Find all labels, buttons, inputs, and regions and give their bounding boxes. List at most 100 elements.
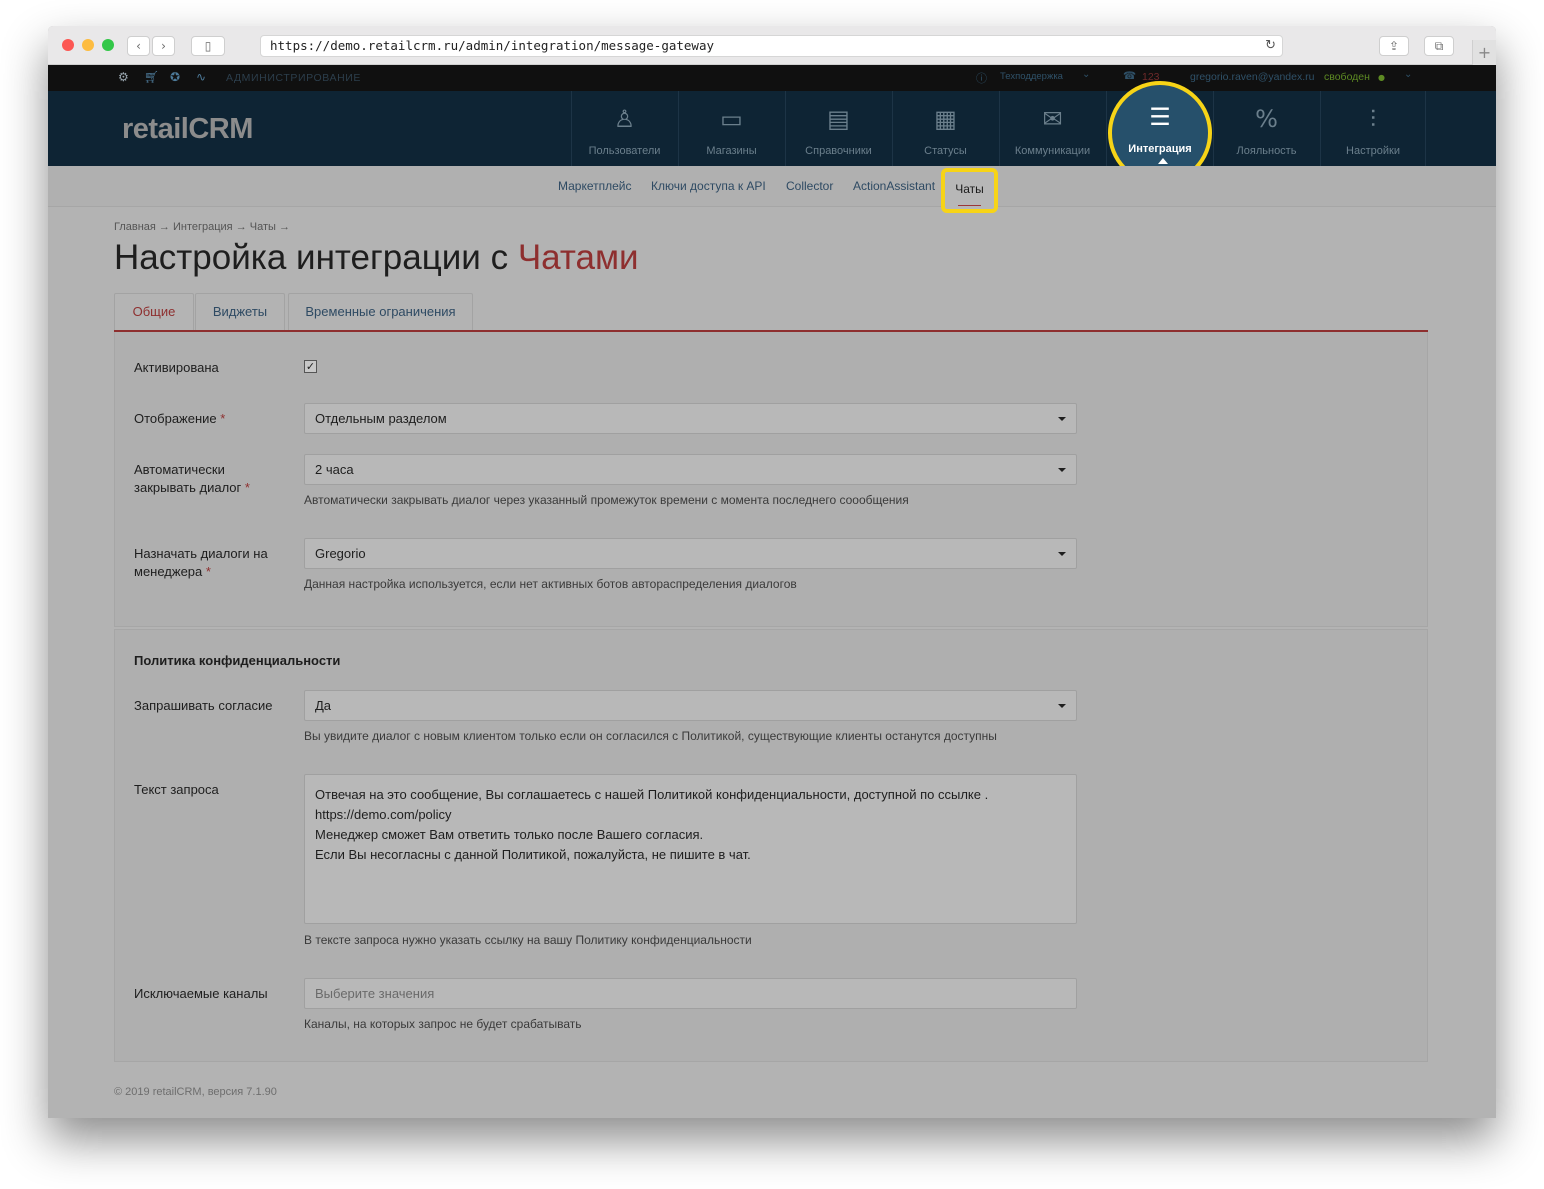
back-icon[interactable]: ‹ — [127, 36, 150, 56]
subnav-item-label: Чаты — [955, 182, 984, 196]
sub-navigation: Маркетплейс Ключи доступа к API Collecto… — [48, 166, 1496, 207]
autoclose-select-value: 2 часа — [315, 462, 354, 477]
display-label: Отображение * — [134, 410, 225, 428]
consent-select-value: Да — [315, 698, 332, 713]
assign-label-line2: менеджера — [134, 564, 203, 579]
orders-icon[interactable]: ✪ — [170, 70, 180, 84]
forward-icon[interactable]: › — [152, 36, 175, 56]
minimize-window-button[interactable] — [82, 39, 94, 51]
user-menu-chevron-icon[interactable]: ⌄ — [1404, 69, 1412, 80]
nav-item-label: Справочники — [805, 145, 872, 157]
share-icon[interactable]: ⇪ — [1379, 36, 1409, 56]
assign-manager-value: Gregorio — [315, 546, 366, 561]
subnav-item-api-keys[interactable]: Ключи доступа к API — [651, 179, 766, 193]
excluded-channels-hint: Каналы, на которых запрос не будет сраба… — [304, 1017, 582, 1031]
nav-item-settings[interactable]: ⫶ Настройки — [1320, 91, 1426, 166]
required-mark: * — [220, 411, 226, 426]
analytics-icon[interactable]: ∿ — [196, 70, 206, 84]
footer-copyright: © 2019 retailCRM, версия 7.1.90 — [114, 1086, 277, 1098]
browser-toolbar: ‹ › ▯ https://demo.retailcrm.ru/admin/in… — [48, 26, 1496, 65]
activated-checkbox[interactable]: ✓ — [304, 360, 317, 373]
request-text-line: https://demo.com/policy — [315, 807, 452, 822]
store-icon: ▭ — [720, 105, 743, 133]
support-link[interactable]: Техподдержка — [1000, 71, 1063, 82]
assign-manager-select[interactable]: Gregorio — [304, 538, 1077, 569]
assign-label: Назначать диалоги на менеджера * — [134, 545, 268, 581]
user-icon: ♙ — [613, 105, 636, 133]
nav-item-label: Интеграция — [1128, 143, 1192, 155]
excluded-channels-placeholder: Выберите значения — [315, 986, 435, 1001]
zoom-window-button[interactable] — [102, 39, 114, 51]
assign-label-line1: Назначать диалоги на — [134, 546, 268, 561]
nav-item-stores[interactable]: ▭ Магазины — [678, 91, 784, 166]
excluded-channels-input[interactable]: Выберите значения — [304, 978, 1077, 1009]
consent-hint: Вы увидите диалог с новым клиентом тольк… — [304, 729, 997, 743]
new-tab-icon[interactable]: + — [1472, 40, 1496, 65]
nav-item-users[interactable]: ♙ Пользователи — [571, 91, 677, 166]
nav-item-label: Пользователи — [588, 145, 661, 157]
assign-hint: Данная настройка используется, если нет … — [304, 577, 797, 591]
loyalty-icon: % — [1255, 105, 1278, 133]
integration-icon: ☰ — [1149, 103, 1171, 131]
gear-icon[interactable]: ⚙ — [118, 70, 129, 84]
phone-icon[interactable]: ☎ — [1123, 70, 1136, 82]
request-text-hint: В тексте запроса нужно указать ссылку на… — [304, 933, 752, 947]
subnav-item-actionassistant[interactable]: ActionAssistant — [853, 179, 935, 193]
nav-item-loyalty[interactable]: % Лояльность — [1213, 91, 1319, 166]
request-text-line: Если Вы несогласны с данной Политикой, п… — [315, 847, 751, 862]
autoclose-select[interactable]: 2 часа — [304, 454, 1077, 485]
display-select[interactable]: Отдельным разделом — [304, 403, 1077, 434]
consent-select[interactable]: Да — [304, 690, 1077, 721]
privacy-section-title: Политика конфиденциальности — [134, 653, 341, 668]
subnav-item-chats[interactable]: Чаты — [941, 168, 998, 213]
nav-item-label: Статусы — [924, 145, 967, 157]
subnav-item-collector[interactable]: Collector — [786, 179, 833, 193]
excluded-channels-label: Исключаемые каналы — [134, 986, 268, 1001]
active-underline — [958, 205, 981, 206]
display-label-text: Отображение — [134, 411, 217, 426]
chevron-down-icon — [1058, 552, 1066, 556]
tab-time-restrictions[interactable]: Временные ограничения — [288, 293, 473, 331]
main-navigation: retailCRM ♙ Пользователи ▭ Магазины ▤ Сп… — [48, 81, 1496, 185]
cart-icon[interactable]: 🛒︎ — [144, 70, 159, 84]
help-icon[interactable]: ⓘ — [976, 70, 987, 86]
nav-item-label: Лояльность — [1236, 145, 1297, 157]
consent-label: Запрашивать согласие — [134, 698, 273, 713]
autoclose-label-line2: закрывать диалог — [134, 480, 242, 495]
close-window-button[interactable] — [62, 39, 74, 51]
nav-item-references[interactable]: ▤ Справочники — [785, 91, 891, 166]
nav-item-label: Настройки — [1346, 145, 1400, 157]
user-status[interactable]: свободен — [1324, 71, 1370, 83]
admin-label[interactable]: АДМИНИСТРИРОВАНИЕ — [226, 72, 361, 84]
activated-label: Активирована — [134, 360, 219, 375]
request-text-textarea[interactable]: Отвечая на это сообщение, Вы соглашаетес… — [304, 774, 1077, 924]
sidebar-icon[interactable]: ▯ — [191, 36, 225, 56]
nav-item-statuses[interactable]: ▦ Статусы — [892, 91, 998, 166]
autoclose-label-line1: Автоматически — [134, 462, 225, 477]
subnav-item-marketplace[interactable]: Маркетплейс — [558, 179, 632, 193]
tabs-overview-icon[interactable]: ⧉ — [1424, 36, 1454, 56]
user-email[interactable]: gregorio.raven@yandex.ru — [1190, 71, 1314, 83]
page-title-prefix: Настройка интеграции с — [114, 238, 518, 277]
page-title: Настройка интеграции с Чатами — [114, 238, 639, 278]
required-mark: * — [244, 480, 250, 495]
retailcrm-logo[interactable]: retailCRM — [122, 113, 253, 146]
breadcrumb[interactable]: Главная → Интеграция → Чаты → — [114, 221, 290, 233]
reference-icon: ▤ — [827, 105, 850, 133]
autoclose-label: Автоматически закрывать диалог * — [134, 461, 250, 497]
browser-window: ‹ › ▯ https://demo.retailcrm.ru/admin/in… — [48, 26, 1496, 1118]
nav-item-label: Коммуникации — [1014, 145, 1091, 157]
required-mark: * — [205, 564, 211, 579]
reload-icon[interactable]: ↻ — [1265, 36, 1276, 56]
nav-item-communications[interactable]: ✉ Коммуникации — [999, 91, 1105, 166]
url-bar[interactable]: https://demo.retailcrm.ru/admin/integrat… — [260, 35, 1283, 57]
request-text-line: Менеджер сможет Вам ответить только посл… — [315, 827, 704, 842]
page-title-accent: Чатами — [517, 238, 639, 277]
autoclose-hint: Автоматически закрывать диалог через ука… — [304, 493, 909, 507]
tab-widgets[interactable]: Виджеты — [195, 293, 285, 331]
tab-general[interactable]: Общие — [114, 293, 194, 331]
request-text-label: Текст запроса — [134, 782, 219, 797]
admin-bar: ⚙ 🛒︎ ✪ ∿ АДМИНИСТРИРОВАНИЕ ⓘ Техподдержк… — [48, 65, 1496, 91]
url-text: https://demo.retailcrm.ru/admin/integrat… — [270, 38, 715, 53]
chevron-down-icon[interactable]: ⌄ — [1082, 69, 1090, 80]
